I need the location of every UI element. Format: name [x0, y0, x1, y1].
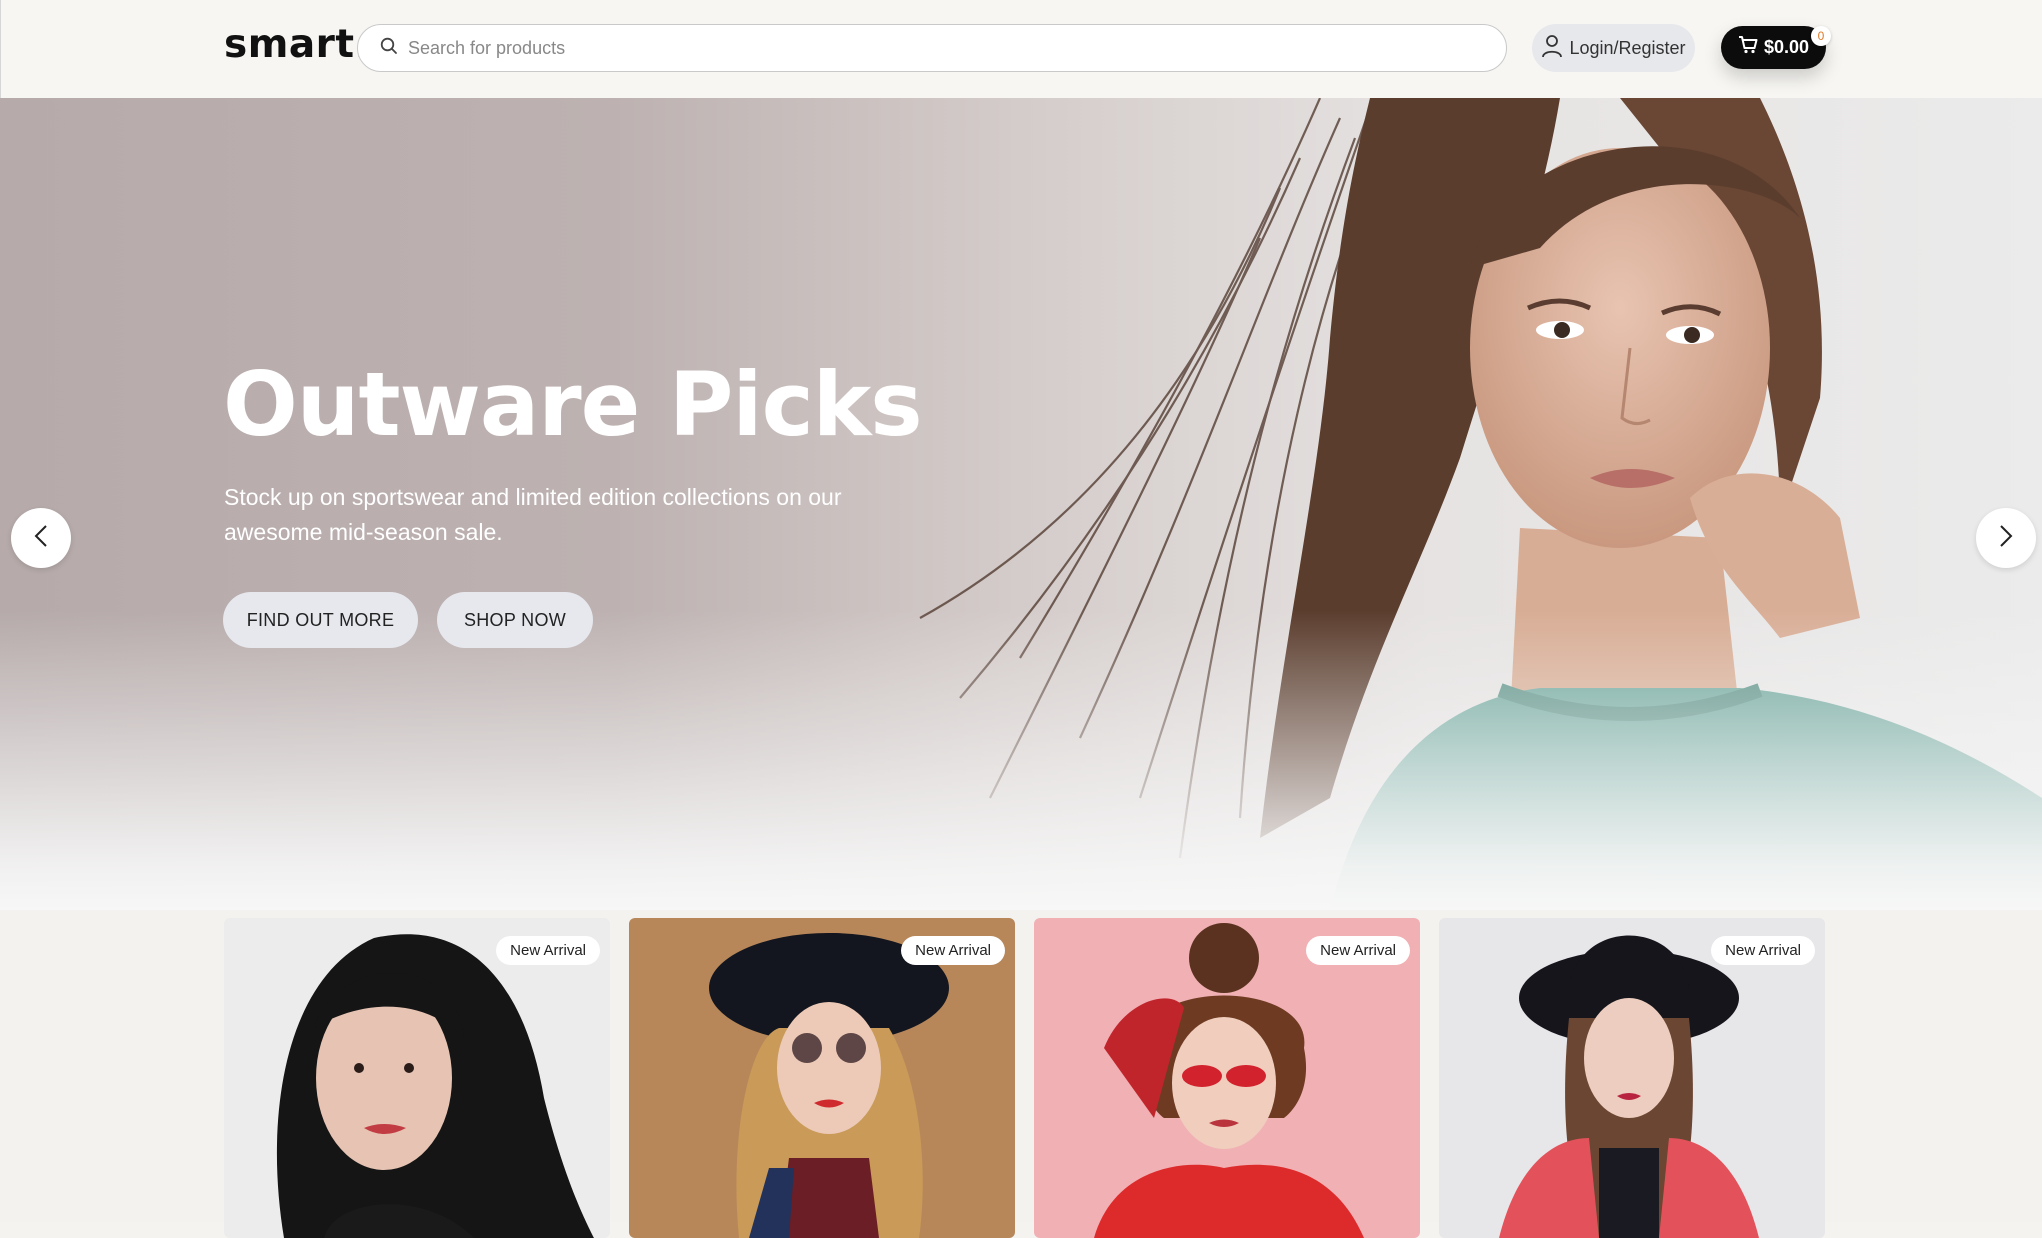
product-image: [709, 933, 949, 1238]
product-card[interactable]: New Arrival: [1034, 918, 1420, 1238]
cart-count-badge: 0: [1811, 26, 1831, 46]
login-label: Login/Register: [1569, 37, 1686, 58]
cart-total: $0.00: [1763, 37, 1810, 57]
new-arrival-badge: New Arrival: [1306, 936, 1410, 965]
chevron-right-icon: [1999, 524, 2013, 552]
hero-subtitle: Stock up on sportswear and limited editi…: [224, 484, 842, 545]
search-input[interactable]: [408, 37, 1488, 59]
site-header: smart. Login/Register $0.00 0: [0, 0, 2042, 98]
product-card[interactable]: New Arrival: [1439, 918, 1825, 1238]
user-icon: [1541, 34, 1563, 63]
search-bar[interactable]: [357, 24, 1507, 72]
search-icon: [380, 37, 398, 60]
product-card[interactable]: New Arrival: [629, 918, 1015, 1238]
hero-title: Outware Picks: [223, 353, 923, 456]
new-arrival-badge: New Arrival: [496, 936, 600, 965]
product-card[interactable]: New Arrival: [224, 918, 610, 1238]
hero-bottom-fade: [0, 610, 2042, 910]
brand-logo[interactable]: smart.: [224, 22, 370, 67]
product-grid: New Arrival New Arrival New Arrival New …: [0, 910, 2042, 1238]
product-image: [276, 934, 594, 1238]
new-arrival-badge: New Arrival: [1711, 936, 1815, 965]
product-image: [1094, 923, 1364, 1238]
login-register-button[interactable]: Login/Register: [1532, 24, 1695, 72]
new-arrival-badge: New Arrival: [901, 936, 1005, 965]
shop-now-button[interactable]: SHOP NOW: [437, 592, 593, 648]
slider-prev-button[interactable]: [11, 508, 71, 568]
chevron-left-icon: [34, 524, 48, 552]
cart-icon: [1738, 36, 1758, 59]
hero-slider: Outware Picks Stock up on sportswear and…: [0, 98, 2042, 910]
find-out-more-button[interactable]: FIND OUT MORE: [223, 592, 418, 648]
slider-next-button[interactable]: [1976, 508, 2036, 568]
product-image: [1499, 935, 1759, 1238]
cart-button[interactable]: $0.00: [1721, 26, 1826, 69]
